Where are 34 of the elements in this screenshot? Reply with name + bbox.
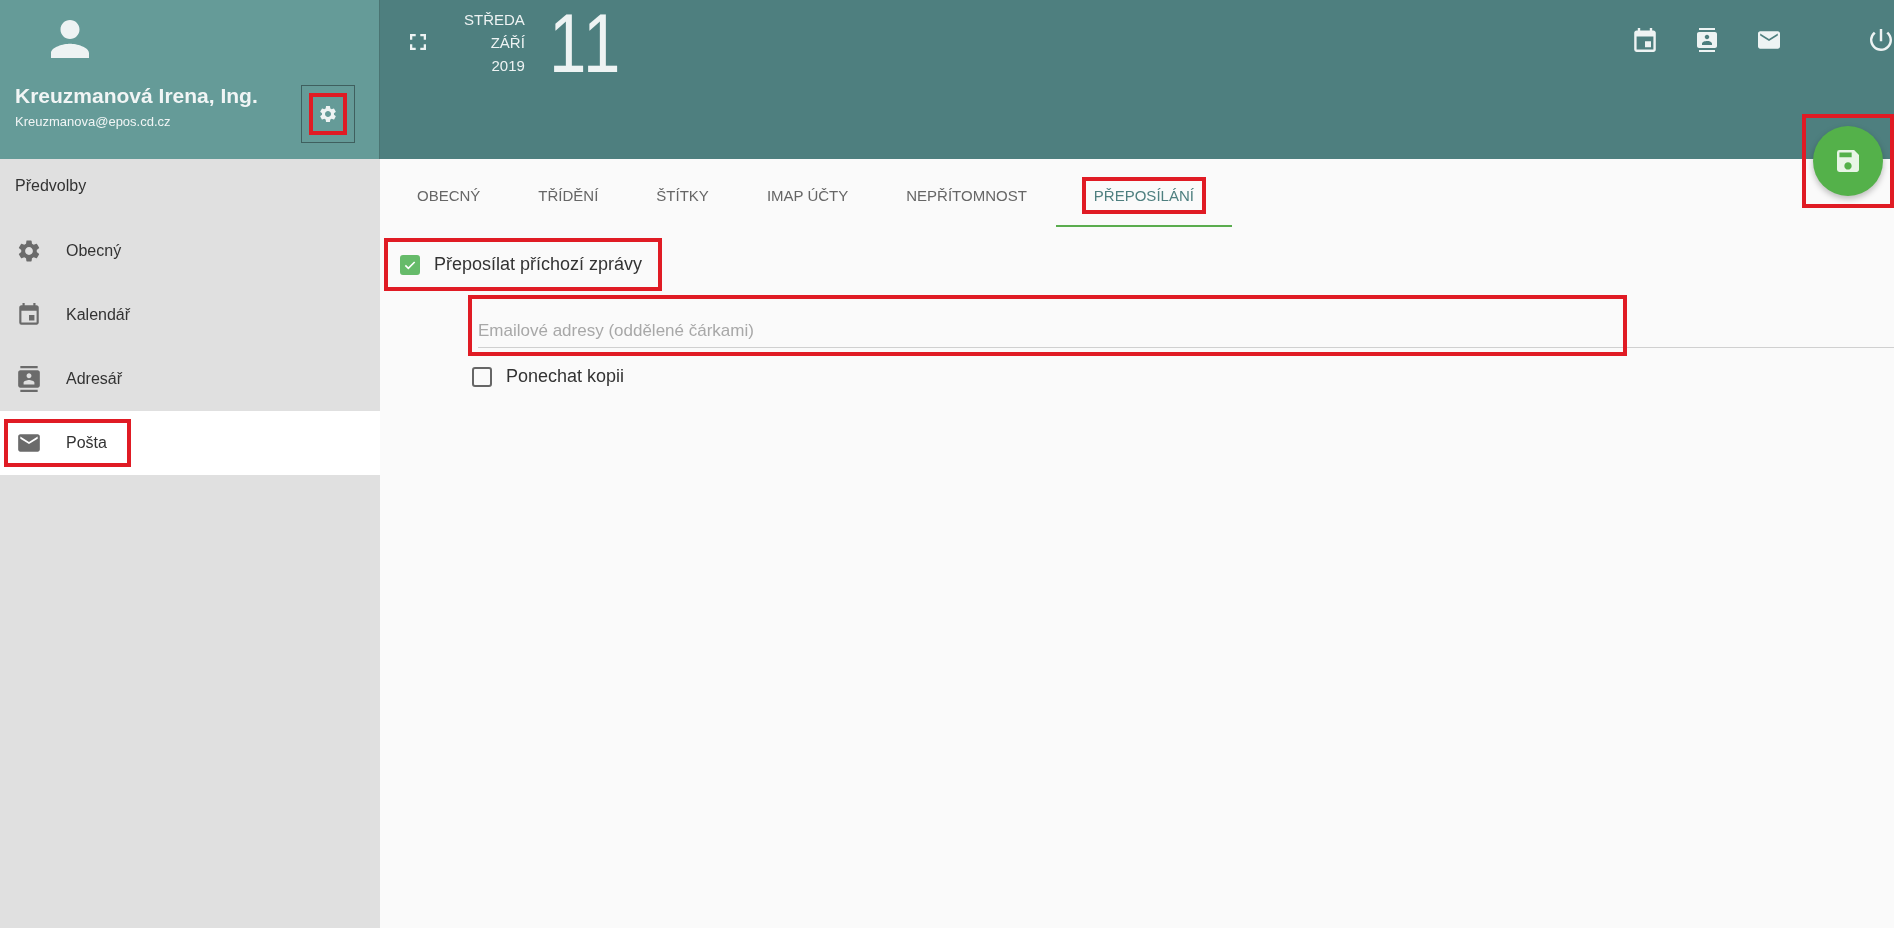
tab[interactable]: ŠTÍTKY — [627, 167, 738, 227]
weekday-text: STŘEDA — [464, 10, 525, 30]
checkbox-label: Přeposílat příchozí zprávy — [434, 254, 643, 275]
contact-card-icon[interactable] — [1696, 28, 1718, 52]
year-text: 2019 — [491, 56, 525, 76]
checkbox[interactable] — [400, 254, 420, 275]
user-name: Kreuzmanová Irena, Ing. — [15, 84, 258, 108]
mail-icon[interactable] — [1758, 28, 1780, 52]
power-icon[interactable] — [1870, 28, 1892, 52]
sidebar-title: Předvolby — [14, 176, 88, 196]
settings-icon — [318, 104, 338, 124]
calendar-icon[interactable] — [1634, 28, 1656, 52]
settings-icon — [16, 238, 42, 264]
tab[interactable]: PŘEPOSÍLÁNÍ — [1055, 167, 1232, 227]
sidebar-item[interactable]: Adresář — [0, 347, 380, 411]
tab[interactable]: NEPŘÍTOMNOST — [877, 167, 1056, 227]
sidebar-item[interactable]: Kalendář — [0, 283, 380, 347]
settings-button[interactable] — [301, 85, 355, 143]
email-addresses-field[interactable]: Emailové adresy (oddělené čárkami) — [478, 313, 1894, 348]
calendar-icon — [16, 302, 42, 328]
sidebar-item[interactable]: Obecný — [0, 219, 380, 283]
day-number: 11 — [548, 8, 622, 78]
month-text: ZÁŘÍ — [490, 33, 525, 53]
user-email: Kreuzmanova@epos.cd.cz — [15, 114, 172, 129]
contact-card-icon — [16, 366, 42, 392]
fullscreen-icon[interactable] — [410, 34, 426, 50]
tab[interactable]: IMAP ÚČTY — [737, 167, 878, 227]
user-silhouette-icon — [51, 20, 89, 58]
sidebar-item[interactable]: Pošta — [0, 411, 380, 475]
tab[interactable]: TŘÍDĚNÍ — [509, 167, 628, 227]
save-icon — [1837, 150, 1859, 172]
checkbox[interactable] — [472, 366, 492, 387]
tab[interactable]: OBECNÝ — [388, 167, 510, 227]
checkbox-label: Ponechat kopii — [506, 366, 625, 387]
